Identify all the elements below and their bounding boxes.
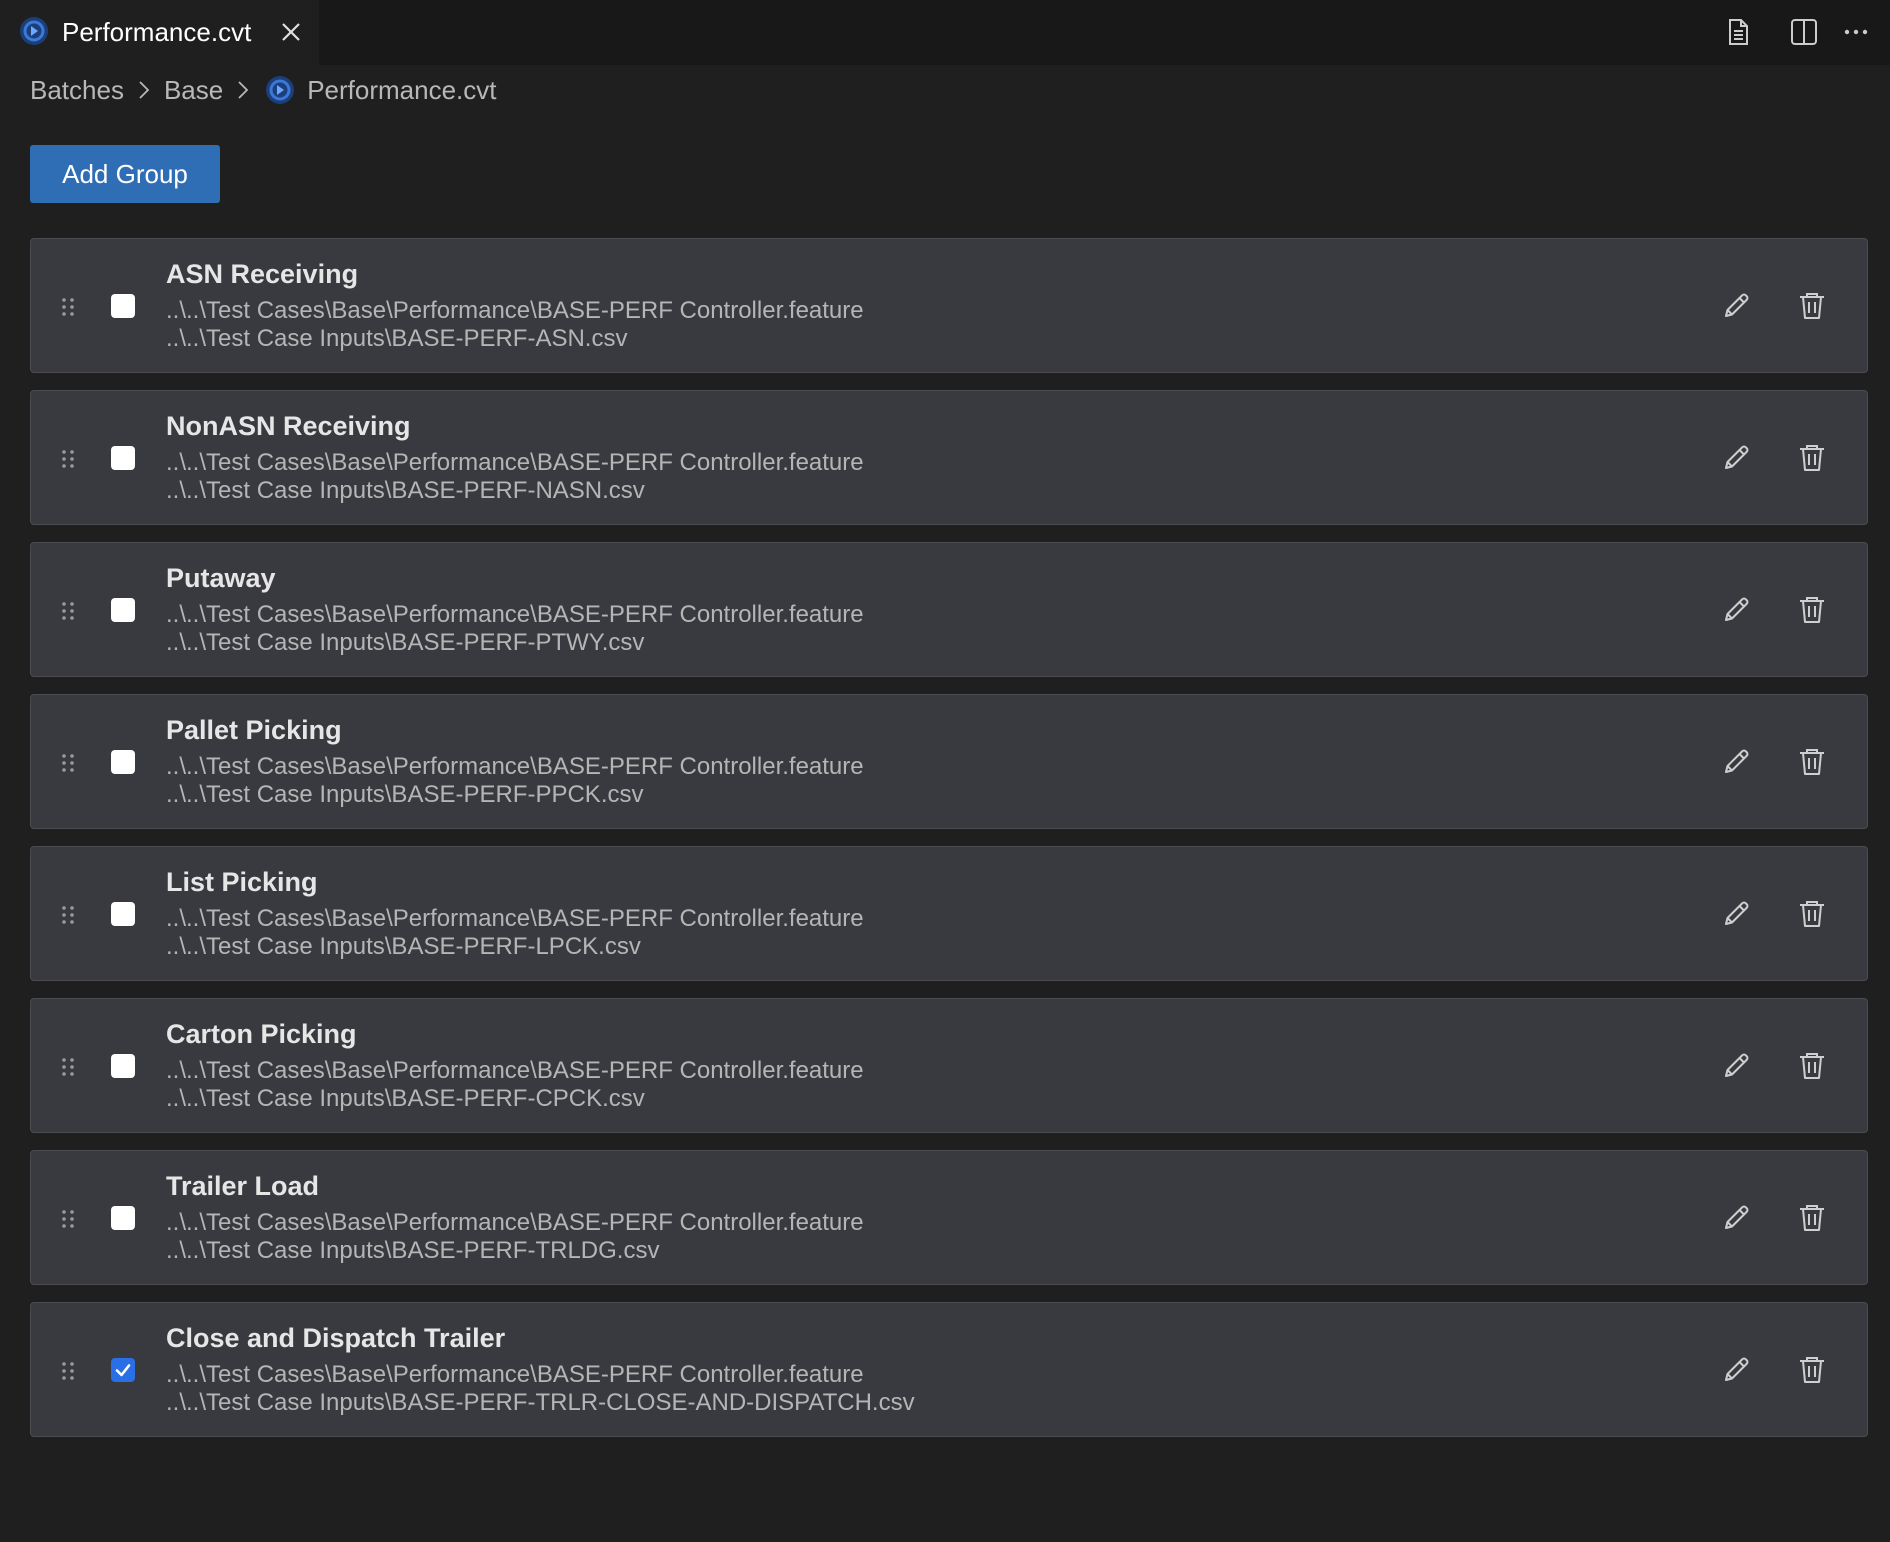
cvt-file-icon: [20, 17, 48, 45]
pencil-icon[interactable]: [1719, 289, 1753, 323]
group-input-path: ..\..\Test Case Inputs\BASE-PERF-LPCK.cs…: [166, 933, 641, 960]
breadcrumb: Batches Base Performance.cvt: [30, 70, 497, 110]
breadcrumb-item-base[interactable]: Base: [164, 75, 223, 106]
tab-title: Performance.cvt: [62, 17, 252, 47]
group-input-path: ..\..\Test Case Inputs\BASE-PERF-PTWY.cs…: [166, 629, 645, 656]
chevron-right-icon: [139, 81, 150, 99]
group-row: Trailer Load ..\..\Test Cases\Base\Perfo…: [30, 1150, 1868, 1285]
drag-handle-icon[interactable]: [59, 1207, 77, 1231]
group-feature-path: ..\..\Test Cases\Base\Performance\BASE-P…: [166, 601, 864, 628]
drag-handle-icon[interactable]: [59, 599, 77, 623]
group-row: Putaway ..\..\Test Cases\Base\Performanc…: [30, 542, 1868, 677]
drag-handle-icon[interactable]: [59, 295, 77, 319]
pencil-icon[interactable]: [1719, 1353, 1753, 1387]
trash-icon[interactable]: [1795, 1353, 1829, 1387]
group-title: ASN Receiving: [166, 259, 359, 289]
close-icon[interactable]: [279, 20, 303, 44]
drag-handle-icon[interactable]: [59, 1055, 77, 1079]
group-title: Trailer Load: [166, 1171, 320, 1201]
group-row: Pallet Picking ..\..\Test Cases\Base\Per…: [30, 694, 1868, 829]
breadcrumb-item-batches[interactable]: Batches: [30, 75, 124, 106]
group-checkbox[interactable]: [111, 750, 135, 774]
trash-icon[interactable]: [1795, 1049, 1829, 1083]
group-checkbox[interactable]: [111, 446, 135, 470]
group-input-path: ..\..\Test Case Inputs\BASE-PERF-CPCK.cs…: [166, 1085, 645, 1112]
group-title: Putaway: [166, 563, 276, 593]
group-checkbox[interactable]: [111, 902, 135, 926]
group-checkbox[interactable]: [111, 1206, 135, 1230]
trash-icon[interactable]: [1795, 745, 1829, 779]
group-row: NonASN Receiving ..\..\Test Cases\Base\P…: [30, 390, 1868, 525]
drag-handle-icon[interactable]: [59, 1359, 77, 1383]
group-feature-path: ..\..\Test Cases\Base\Performance\BASE-P…: [166, 905, 864, 932]
group-title: List Picking: [166, 867, 318, 897]
pencil-icon[interactable]: [1719, 745, 1753, 779]
group-feature-path: ..\..\Test Cases\Base\Performance\BASE-P…: [166, 297, 864, 324]
checkmark-icon: [115, 1364, 131, 1377]
tab-bar: Performance.cvt: [0, 0, 1890, 65]
pencil-icon[interactable]: [1719, 1201, 1753, 1235]
pencil-icon[interactable]: [1719, 441, 1753, 475]
group-feature-path: ..\..\Test Cases\Base\Performance\BASE-P…: [166, 1057, 864, 1084]
group-title: Pallet Picking: [166, 715, 342, 745]
add-group-button[interactable]: Add Group: [30, 145, 220, 203]
more-actions-icon[interactable]: [1840, 16, 1872, 48]
trash-icon[interactable]: [1795, 593, 1829, 627]
trash-icon[interactable]: [1795, 1201, 1829, 1235]
drag-handle-icon[interactable]: [59, 447, 77, 471]
group-row: Close and Dispatch Trailer ..\..\Test Ca…: [30, 1302, 1868, 1437]
trash-icon[interactable]: [1795, 289, 1829, 323]
cvt-file-icon: [266, 76, 295, 104]
group-input-path: ..\..\Test Case Inputs\BASE-PERF-TRLR-CL…: [166, 1389, 915, 1416]
group-feature-path: ..\..\Test Cases\Base\Performance\BASE-P…: [166, 753, 864, 780]
group-checkbox[interactable]: [111, 294, 135, 318]
pencil-icon[interactable]: [1719, 897, 1753, 931]
trash-icon[interactable]: [1795, 897, 1829, 931]
drag-handle-icon[interactable]: [59, 751, 77, 775]
group-feature-path: ..\..\Test Cases\Base\Performance\BASE-P…: [166, 1209, 864, 1236]
open-preview-icon[interactable]: [1722, 16, 1754, 48]
group-row: Carton Picking ..\..\Test Cases\Base\Per…: [30, 998, 1868, 1133]
group-feature-path: ..\..\Test Cases\Base\Performance\BASE-P…: [166, 1361, 864, 1388]
group-input-path: ..\..\Test Case Inputs\BASE-PERF-TRLDG.c…: [166, 1237, 660, 1264]
group-checkbox[interactable]: [111, 598, 135, 622]
pencil-icon[interactable]: [1719, 593, 1753, 627]
chevron-right-icon: [238, 81, 249, 99]
pencil-icon[interactable]: [1719, 1049, 1753, 1083]
group-row: List Picking ..\..\Test Cases\Base\Perfo…: [30, 846, 1868, 981]
split-editor-icon[interactable]: [1788, 16, 1820, 48]
breadcrumb-item-file[interactable]: Performance.cvt: [307, 75, 496, 106]
group-title: Carton Picking: [166, 1019, 357, 1049]
group-feature-path: ..\..\Test Cases\Base\Performance\BASE-P…: [166, 449, 864, 476]
group-title: NonASN Receiving: [166, 411, 411, 441]
trash-icon[interactable]: [1795, 441, 1829, 475]
group-checkbox[interactable]: [111, 1358, 135, 1382]
group-input-path: ..\..\Test Case Inputs\BASE-PERF-NASN.cs…: [166, 477, 645, 504]
editor-tab[interactable]: Performance.cvt: [0, 0, 319, 65]
group-input-path: ..\..\Test Case Inputs\BASE-PERF-ASN.csv: [166, 325, 628, 352]
group-checkbox[interactable]: [111, 1054, 135, 1078]
group-list: ASN Receiving ..\..\Test Cases\Base\Perf…: [30, 238, 1870, 1454]
group-title: Close and Dispatch Trailer: [166, 1323, 506, 1353]
drag-handle-icon[interactable]: [59, 903, 77, 927]
group-input-path: ..\..\Test Case Inputs\BASE-PERF-PPCK.cs…: [166, 781, 644, 808]
group-row: ASN Receiving ..\..\Test Cases\Base\Perf…: [30, 238, 1868, 373]
